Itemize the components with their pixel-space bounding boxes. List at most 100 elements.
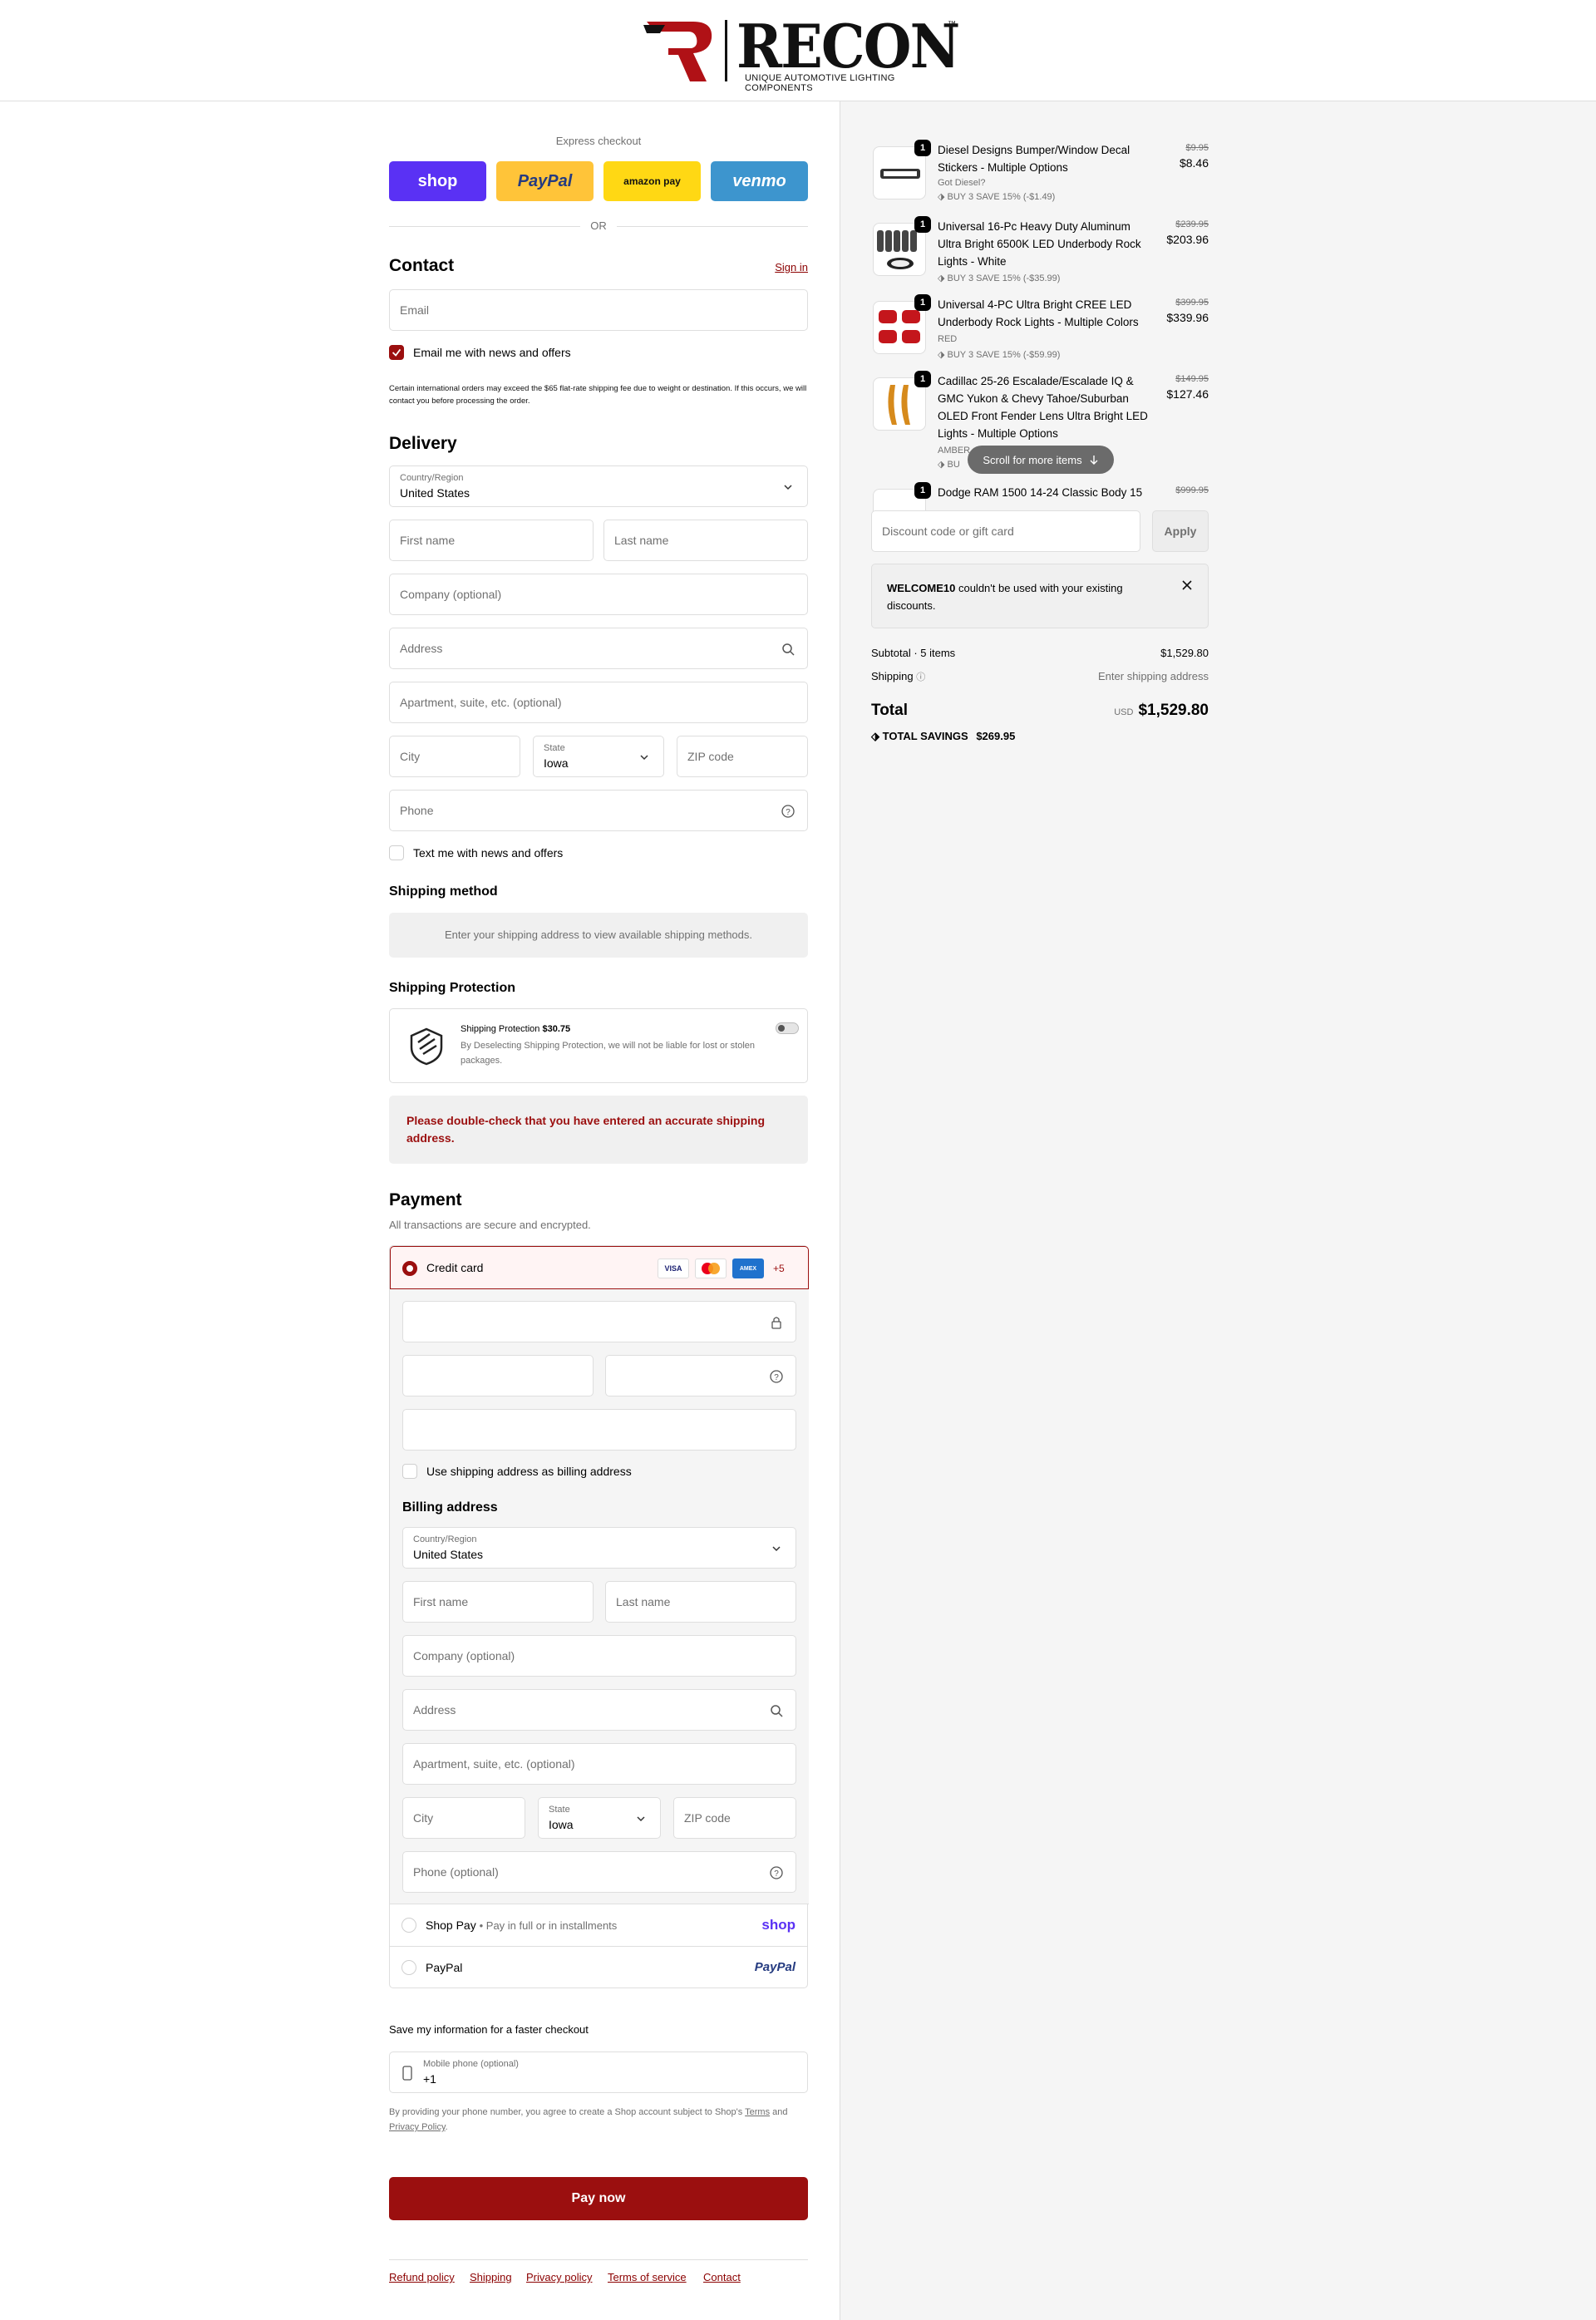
scroll-for-more-button[interactable]: Scroll for more items	[968, 446, 1114, 474]
amazon-pay-logo: amazon pay	[623, 175, 681, 187]
shop-pay-radio[interactable]	[401, 1918, 416, 1933]
contact-title: Contact	[389, 256, 455, 275]
contact-link[interactable]: Contact	[703, 2271, 741, 2283]
billing-state-select[interactable]: State Iowa	[538, 1797, 661, 1839]
tag-icon: ⬗	[938, 350, 948, 360]
remember-phone-field[interactable]: Mobile phone (optional) +1	[389, 2052, 808, 2093]
shop-pay-option[interactable]: Shop Pay • Pay in full or in installment…	[390, 1904, 807, 1947]
quantity-badge: 1	[914, 140, 931, 156]
or-divider: OR	[389, 218, 808, 234]
quantity-badge: 1	[914, 371, 931, 387]
item-variant: AMBER	[938, 446, 971, 456]
shop-logo-icon: shop	[761, 1917, 796, 1933]
refund-policy-link[interactable]: Refund policy	[389, 2271, 455, 2283]
chevron-down-icon	[637, 1816, 645, 1822]
first-name-field[interactable]: First name	[389, 520, 594, 561]
card-expiry-field[interactable]	[402, 1355, 594, 1396]
billing-first-name-field[interactable]: First name	[402, 1581, 594, 1623]
email-news-checkbox[interactable]	[389, 345, 404, 360]
help-circle-icon[interactable]: ?	[781, 804, 796, 819]
zip-field[interactable]: ZIP code	[677, 736, 808, 777]
help-circle-icon[interactable]: ⓘ	[916, 672, 925, 682]
shipping-policy-link[interactable]: Shipping	[470, 2271, 512, 2283]
phone-field[interactable]: Phone ?	[389, 790, 808, 831]
paypal-option[interactable]: PayPal PayPal	[390, 1947, 807, 1988]
currency-code: USD	[1114, 707, 1134, 717]
sign-in-link[interactable]: Sign in	[775, 261, 808, 273]
shipping-protection-title: Shipping Protection	[389, 981, 515, 995]
shop-privacy-link[interactable]: Privacy Policy	[389, 2122, 446, 2132]
quantity-badge: 1	[914, 482, 931, 499]
apply-discount-button[interactable]: Apply	[1152, 510, 1209, 552]
billing-address-field[interactable]: Address	[402, 1689, 796, 1731]
billing-last-name-field[interactable]: Last name	[605, 1581, 796, 1623]
more-card-brands[interactable]: +5	[773, 1263, 785, 1274]
amazon-pay-express-button[interactable]: amazon pay	[603, 161, 701, 201]
sms-news-checkbox[interactable]	[389, 845, 404, 860]
billing-apartment-field[interactable]: Apartment, suite, etc. (optional)	[402, 1743, 796, 1785]
logo-trademark: ™	[948, 20, 956, 29]
card-name-field[interactable]	[402, 1409, 796, 1451]
close-icon[interactable]	[1181, 579, 1193, 591]
item-old-price: $9.95	[1185, 143, 1209, 153]
billing-country-select[interactable]: Country/Region United States	[402, 1527, 796, 1569]
apartment-field[interactable]: Apartment, suite, etc. (optional)	[389, 682, 808, 723]
help-circle-icon[interactable]: ?	[769, 1369, 784, 1384]
help-circle-icon[interactable]: ?	[769, 1865, 784, 1880]
terms-of-service-link[interactable]: Terms of service	[608, 2271, 687, 2283]
shipping-protection-name: Shipping Protection $30.75	[461, 1024, 571, 1034]
logo-tagline: UNIQUE AUTOMOTIVE LIGHTING COMPONENTS	[745, 73, 895, 93]
privacy-policy-link[interactable]: Privacy policy	[526, 2271, 592, 2283]
item-name: Dodge RAM 1500 14-24 Classic Body 15	[938, 486, 1143, 499]
remember-me-title: Save my information for a faster checkou…	[389, 2023, 589, 2036]
tag-icon: ⬗	[938, 460, 948, 470]
item-variant: Got Diesel?	[938, 178, 986, 188]
header: RECON ™ UNIQUE AUTOMOTIVE LIGHTING COMPO…	[0, 0, 1596, 101]
card-number-field[interactable]	[402, 1301, 796, 1342]
paypal-express-button[interactable]: PayPal	[496, 161, 594, 201]
international-shipping-notice: Certain international orders may exceed …	[389, 384, 807, 406]
last-name-field[interactable]: Last name	[603, 520, 808, 561]
shop-pay-logo: shop	[417, 171, 458, 190]
quantity-badge: 1	[914, 294, 931, 311]
credit-card-option[interactable]: Credit card VISA AMEX +5	[390, 1246, 809, 1289]
item-name: Universal 4-PC Ultra Bright CREE LED Und…	[938, 298, 1139, 328]
credit-card-radio[interactable]	[402, 1261, 417, 1276]
item-discount: ⬗ BUY 3 SAVE 15% (-$35.99)	[938, 273, 1061, 283]
country-select[interactable]: Country/Region United States	[389, 465, 808, 507]
item-price: $339.96	[1166, 311, 1209, 324]
company-field[interactable]: Company (optional)	[389, 574, 808, 615]
billing-company-field[interactable]: Company (optional)	[402, 1635, 796, 1677]
discount-code-name: WELCOME10	[887, 582, 956, 594]
item-old-price: $999.95	[1175, 485, 1209, 495]
mobile-phone-icon	[402, 2066, 412, 2081]
recon-r-mark-icon	[643, 22, 712, 81]
email-field[interactable]: Email	[389, 289, 808, 331]
address-warning: Please double-check that you have entere…	[389, 1096, 808, 1164]
address-field[interactable]: Address	[389, 628, 808, 669]
billing-city-field[interactable]: City	[402, 1797, 525, 1839]
item-old-price: $239.95	[1175, 219, 1209, 229]
delivery-title: Delivery	[389, 434, 457, 453]
search-icon	[782, 643, 795, 656]
shop-pay-express-button[interactable]: shop	[389, 161, 486, 201]
venmo-express-button[interactable]: venmo	[711, 161, 808, 201]
logo-wordmark: RECON	[736, 11, 960, 81]
card-security-code-field[interactable]: ?	[605, 1355, 796, 1396]
venmo-logo: venmo	[732, 171, 786, 190]
same-billing-checkbox[interactable]	[402, 1464, 417, 1479]
billing-phone-field[interactable]: Phone (optional) ?	[402, 1851, 796, 1893]
quantity-badge: 1	[914, 216, 931, 233]
pay-now-button[interactable]: Pay now	[389, 2177, 808, 2220]
discount-code-field[interactable]: Discount code or gift card	[871, 510, 1140, 552]
shop-terms-link[interactable]: Terms	[745, 2107, 770, 2117]
shipping-protection-toggle[interactable]	[776, 1022, 799, 1034]
state-select[interactable]: State Iowa	[533, 736, 664, 777]
item-old-price: $149.95	[1175, 374, 1209, 384]
paypal-radio[interactable]	[401, 1960, 416, 1975]
city-field[interactable]: City	[389, 736, 520, 777]
recon-logo[interactable]: RECON ™ UNIQUE AUTOMOTIVE LIGHTING COMPO…	[643, 13, 960, 93]
billing-zip-field[interactable]: ZIP code	[673, 1797, 796, 1839]
billing-address-title: Billing address	[402, 1500, 498, 1515]
tag-icon: ⬗	[871, 730, 879, 742]
